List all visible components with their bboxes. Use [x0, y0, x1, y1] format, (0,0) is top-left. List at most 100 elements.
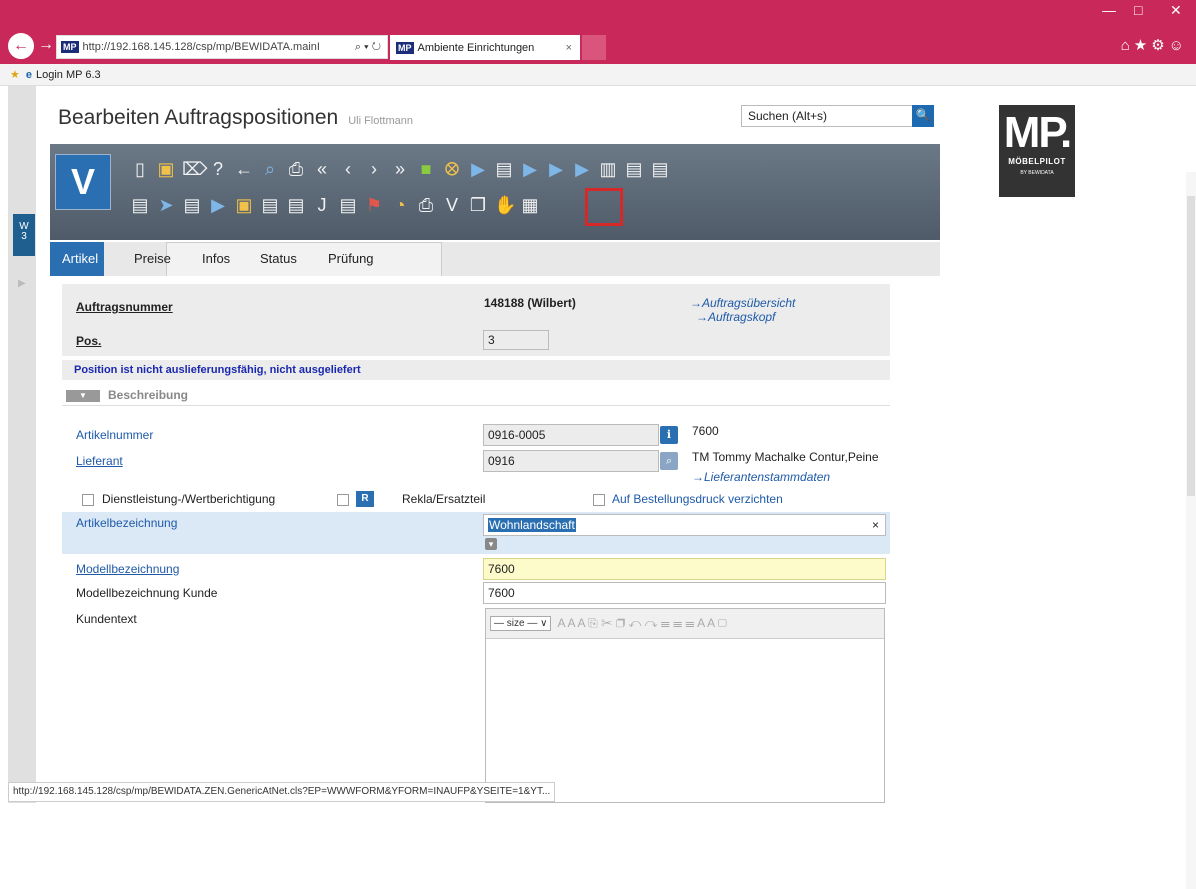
- lieferant-name: TM Tommy Machalke Contur,Peine: [692, 450, 879, 464]
- clear-icon[interactable]: ×: [872, 515, 879, 535]
- flag-icon[interactable]: ⚑: [364, 194, 384, 216]
- save-button[interactable]: V: [55, 154, 111, 210]
- artikelnummer-ref: 7600: [692, 424, 719, 438]
- highlighted-copy-button[interactable]: [585, 188, 623, 226]
- pos-input[interactable]: 3: [483, 330, 549, 350]
- search-icon[interactable]: 🔍: [912, 105, 934, 127]
- trash-icon[interactable]: ⌦: [182, 158, 207, 180]
- first-icon[interactable]: «: [312, 158, 332, 180]
- sidebar-arrow-icon[interactable]: ▶: [18, 278, 26, 289]
- maximize-button[interactable]: □: [1134, 2, 1142, 18]
- modellbezeichnung-label[interactable]: Modellbezeichnung: [76, 562, 179, 576]
- kundentext-label: Kundentext: [76, 612, 137, 626]
- minimize-button[interactable]: —: [1102, 2, 1116, 18]
- grn-cube-icon[interactable]: ■: [416, 158, 436, 180]
- bestellung-label: Auf Bestellungsdruck verzichten: [612, 492, 783, 506]
- editor-format-buttons[interactable]: A A A ⎘ ✂ ❐ ↶ ↷ ☰ ☰ ☰ A A ▢: [557, 616, 726, 631]
- browser-titlebar: ← → MP http://192.168.145.128/csp/mp/BEW…: [0, 0, 1196, 64]
- dienstleistung-checkbox[interactable]: [82, 494, 94, 506]
- info-icon[interactable]: ℹ: [660, 426, 678, 444]
- artikelbezeichnung-text: Wohnlandschaft: [488, 518, 576, 532]
- lieferant-label[interactable]: Lieferant: [76, 454, 123, 468]
- user-name: Uli Flottmann: [348, 115, 413, 127]
- tag-icon[interactable]: ⭙: [442, 158, 462, 180]
- page-title-text: Bearbeiten Auftragspositionen: [58, 106, 339, 129]
- doc-yellow-icon[interactable]: ▤: [624, 158, 644, 180]
- size-select[interactable]: — size — ∨: [490, 616, 552, 631]
- scrollbar-thumb[interactable]: [1187, 196, 1195, 496]
- tab-artikel[interactable]: Artikel: [50, 242, 104, 276]
- section-toggle-icon[interactable]: ▼: [66, 390, 100, 402]
- prev-icon[interactable]: ‹: [338, 158, 358, 180]
- doc-red-icon[interactable]: ▤: [130, 194, 150, 216]
- forward-button[interactable]: →: [38, 36, 54, 54]
- lieferant-search-icon[interactable]: ⌕: [660, 452, 678, 470]
- zoom-icon[interactable]: ⌕: [260, 158, 280, 180]
- lieferantenstammdaten-link[interactable]: →Lieferantenstammdaten: [692, 470, 830, 484]
- tab-title: Ambiente Einrichtungen: [417, 41, 535, 54]
- doc-new-icon[interactable]: ▯: [130, 158, 150, 180]
- browser-icons[interactable]: ⌂★⚙☺: [1121, 36, 1188, 54]
- doc-blue-icon[interactable]: ▤: [650, 158, 670, 180]
- doc-chart-icon[interactable]: ▥: [598, 158, 618, 180]
- doc-j-icon[interactable]: J: [312, 194, 332, 216]
- artikelbezeichnung-input[interactable]: Wohnlandschaft ×: [483, 514, 886, 536]
- doc-check-icon[interactable]: ▤: [338, 194, 358, 216]
- next-icon[interactable]: ›: [364, 158, 384, 180]
- truck-yellow-icon[interactable]: ▶: [208, 194, 228, 216]
- gauge-icon[interactable]: ◔: [390, 194, 410, 216]
- favorite-login[interactable]: Login MP 6.3: [36, 69, 101, 81]
- lieferant-input[interactable]: 0916: [483, 450, 659, 472]
- truck2-icon[interactable]: ▶: [520, 158, 540, 180]
- auftragskopf-link[interactable]: →Auftragskopf: [696, 310, 775, 324]
- browser-tab[interactable]: MP Ambiente Einrichtungen ×: [390, 35, 580, 60]
- new-tab-button[interactable]: [582, 35, 606, 60]
- close-window-button[interactable]: ✕: [1170, 2, 1182, 19]
- copy-doc-icon[interactable]: ❐: [468, 194, 488, 216]
- tab-site-icon: MP: [396, 41, 414, 54]
- sidebar-tab[interactable]: W3: [13, 214, 35, 256]
- section-beschreibung[interactable]: ▼ Beschreibung: [62, 388, 890, 406]
- rekla-checkbox[interactable]: [337, 494, 349, 506]
- kundentext-editor[interactable]: — size — ∨ A A A ⎘ ✂ ❐ ↶ ↷ ☰ ☰ ☰ A A ▢: [485, 608, 885, 803]
- back-icon[interactable]: ←: [234, 158, 254, 180]
- logo-moebelpilot: MÖBELPILOT: [1008, 157, 1066, 166]
- doc-list-icon[interactable]: ▤: [260, 194, 280, 216]
- book-icon[interactable]: ▣: [234, 194, 254, 216]
- auftragsuebersicht-link[interactable]: →Auftragsübersicht: [690, 296, 795, 310]
- address-controls[interactable]: ⌕ ▾ ↻: [355, 41, 387, 54]
- tab-infos[interactable]: Infos: [190, 242, 242, 276]
- rekla-r-icon[interactable]: R: [356, 491, 374, 507]
- tab-pruefung[interactable]: Prüfung: [316, 242, 386, 276]
- dropdown-icon[interactable]: ▾: [485, 538, 497, 550]
- bestellung-checkbox[interactable]: [593, 494, 605, 506]
- truck-arrow-icon[interactable]: ➤: [156, 194, 176, 216]
- v-letter-icon[interactable]: V: [442, 194, 462, 216]
- site-icon: MP: [61, 41, 79, 53]
- address-bar[interactable]: MP http://192.168.145.128/csp/mp/BEWIDAT…: [56, 35, 388, 59]
- tab-status[interactable]: Status: [248, 242, 309, 276]
- doc-green-icon[interactable]: ▤: [494, 158, 514, 180]
- doc-hand-icon[interactable]: ✋: [494, 194, 516, 216]
- editor-toolbar: — size — ∨ A A A ⎘ ✂ ❐ ↶ ↷ ☰ ☰ ☰ A A ▢: [486, 609, 884, 639]
- back-button[interactable]: ←: [8, 33, 34, 59]
- printer-icon[interactable]: ⎙: [416, 194, 436, 216]
- print-icon[interactable]: ⎙: [286, 158, 306, 180]
- doc-image-icon[interactable]: ▦: [520, 194, 540, 216]
- help-icon[interactable]: ?: [208, 158, 228, 180]
- truck3-icon[interactable]: ▶: [546, 158, 566, 180]
- artikelnummer-input[interactable]: 0916-0005: [483, 424, 659, 446]
- doc-red2-icon[interactable]: ▤: [182, 194, 202, 216]
- truck4-icon[interactable]: ▶: [572, 158, 592, 180]
- tab-preise[interactable]: Preise: [122, 242, 183, 276]
- modellbezeichnung-input[interactable]: 7600: [483, 558, 886, 580]
- favorites-star-icon[interactable]: ★: [10, 68, 20, 81]
- yel-folder-icon[interactable]: ▣: [156, 158, 176, 180]
- search-input[interactable]: Suchen (Alt+s): [741, 105, 913, 127]
- last-icon[interactable]: »: [390, 158, 410, 180]
- tab-close-icon[interactable]: ×: [566, 42, 572, 54]
- favorites-bar: ★ e Login MP 6.3: [0, 64, 1196, 86]
- modell-kunde-input[interactable]: 7600: [483, 582, 886, 604]
- doc-green2-icon[interactable]: ▤: [286, 194, 306, 216]
- truck-icon[interactable]: ▶: [468, 158, 488, 180]
